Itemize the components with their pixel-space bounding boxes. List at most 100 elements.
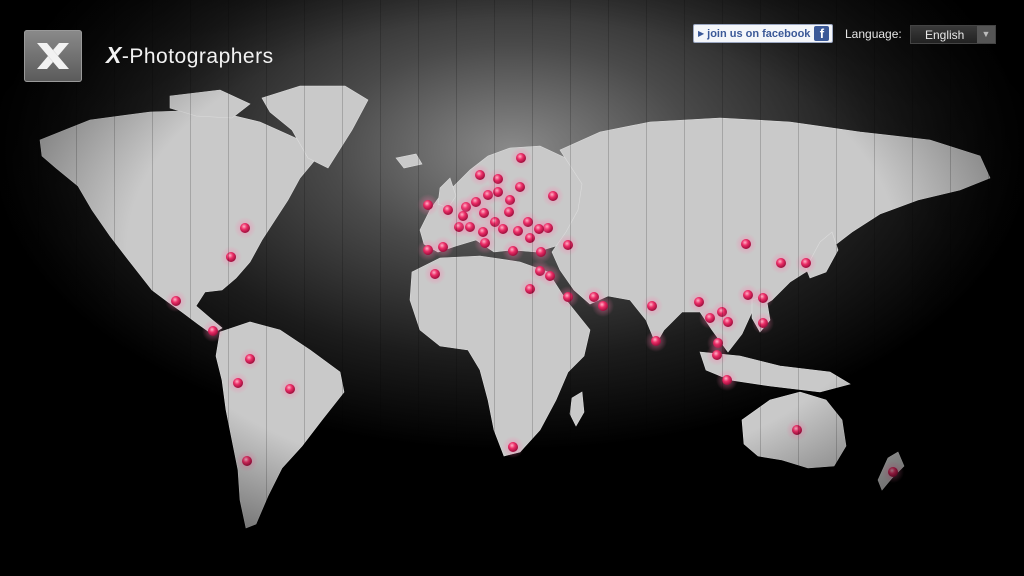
pin-dot — [563, 240, 573, 250]
pin-dot — [430, 269, 440, 279]
location-pin-icon[interactable] — [752, 287, 774, 309]
pin-dot — [723, 317, 733, 327]
location-pin-icon[interactable] — [539, 265, 561, 287]
facebook-name-label: facebook — [762, 27, 811, 40]
location-pin-icon[interactable] — [202, 320, 224, 342]
pin-dot — [563, 292, 573, 302]
pin-dot — [525, 284, 535, 294]
facebook-icon: f — [814, 26, 830, 41]
island-madagascar — [569, 391, 585, 427]
pin-dot — [504, 207, 514, 217]
pin-dot — [478, 227, 488, 237]
pin-dot — [240, 223, 250, 233]
location-pin-icon[interactable] — [519, 278, 541, 300]
pin-dot — [458, 211, 468, 221]
facebook-join-button[interactable]: ▶ join us on facebook f — [693, 24, 833, 43]
pin-dot — [515, 182, 525, 192]
location-pin-icon[interactable] — [592, 295, 614, 317]
location-pin-icon[interactable] — [795, 252, 817, 274]
location-pin-icon[interactable] — [557, 286, 579, 308]
pin-dot — [233, 378, 243, 388]
pin-dot — [722, 375, 732, 385]
location-pin-icon[interactable] — [786, 419, 808, 441]
pin-dot — [245, 354, 255, 364]
location-pin-icon[interactable] — [752, 312, 774, 334]
location-pin-icon[interactable] — [557, 234, 579, 256]
location-pin-icon[interactable] — [227, 372, 249, 394]
pin-dot — [226, 252, 236, 262]
x-logo-button[interactable] — [24, 30, 82, 82]
pin-dot — [545, 271, 555, 281]
pin-dot — [651, 336, 661, 346]
continent-africa — [409, 255, 591, 457]
location-pin-icon[interactable] — [706, 344, 728, 366]
pin-dot — [758, 318, 768, 328]
pin-dot — [508, 246, 518, 256]
location-pin-icon[interactable] — [882, 461, 904, 483]
location-pin-icon[interactable] — [645, 330, 667, 352]
pin-dot — [508, 442, 518, 452]
location-pin-icon[interactable] — [239, 348, 261, 370]
location-pin-icon[interactable] — [735, 233, 757, 255]
pin-dot — [498, 224, 508, 234]
pin-dot — [438, 242, 448, 252]
pin-dot — [423, 200, 433, 210]
pin-dot — [171, 296, 181, 306]
pin-dot — [475, 170, 485, 180]
location-pin-icon[interactable] — [487, 181, 509, 203]
location-pin-icon[interactable] — [417, 239, 439, 261]
facebook-join-label: join us on — [707, 27, 760, 40]
location-pin-icon[interactable] — [279, 378, 301, 400]
pin-dot — [493, 187, 503, 197]
pin-dot — [741, 239, 751, 249]
location-pin-icon[interactable] — [502, 436, 524, 458]
pin-dot — [516, 153, 526, 163]
location-pin-icon[interactable] — [528, 218, 550, 240]
pin-dot — [647, 301, 657, 311]
location-pin-icon[interactable] — [165, 290, 187, 312]
pin-dot — [208, 326, 218, 336]
pin-dot — [694, 297, 704, 307]
brand-suffix: -Photographers — [121, 45, 274, 68]
language-label: Language: — [845, 27, 902, 41]
pin-dot — [776, 258, 786, 268]
location-pin-icon[interactable] — [542, 185, 564, 207]
pin-dot — [598, 301, 608, 311]
location-pin-icon[interactable] — [641, 295, 663, 317]
pin-dot — [758, 293, 768, 303]
location-pin-icon[interactable] — [234, 217, 256, 239]
location-pin-icon[interactable] — [492, 218, 514, 240]
world-map — [39, 85, 991, 529]
brand-title[interactable]: X-Photographers — [106, 42, 274, 69]
location-pin-icon[interactable] — [424, 263, 446, 285]
pin-dot — [534, 224, 544, 234]
language-value: English — [925, 28, 965, 42]
pin-dot — [743, 290, 753, 300]
location-pin-icon[interactable] — [472, 221, 494, 243]
location-pin-icon[interactable] — [510, 147, 532, 169]
pin-dot — [801, 258, 811, 268]
location-pin-icon[interactable] — [502, 240, 524, 262]
chevron-down-icon: ▼ — [977, 26, 995, 43]
pin-dot — [888, 467, 898, 477]
location-pin-icon[interactable] — [717, 311, 739, 333]
pin-dot — [285, 384, 295, 394]
x-logo-icon — [37, 43, 69, 69]
continent-south-america — [215, 321, 345, 529]
location-pin-icon[interactable] — [770, 252, 792, 274]
location-pin-icon[interactable] — [452, 205, 474, 227]
language-select[interactable]: English ▼ — [910, 25, 996, 44]
location-pin-icon[interactable] — [417, 194, 439, 216]
pin-dot — [792, 425, 802, 435]
location-pin-icon[interactable] — [530, 241, 552, 263]
pin-dot — [423, 245, 433, 255]
pin-dot — [712, 350, 722, 360]
location-pin-icon[interactable] — [220, 246, 242, 268]
pin-dot — [536, 247, 546, 257]
pin-dot — [443, 205, 453, 215]
brand-prefix: X — [106, 42, 122, 68]
location-pin-icon[interactable] — [236, 450, 258, 472]
play-arrow-icon: ▶ — [698, 29, 705, 38]
location-pin-icon[interactable] — [716, 369, 738, 391]
pin-dot — [242, 456, 252, 466]
